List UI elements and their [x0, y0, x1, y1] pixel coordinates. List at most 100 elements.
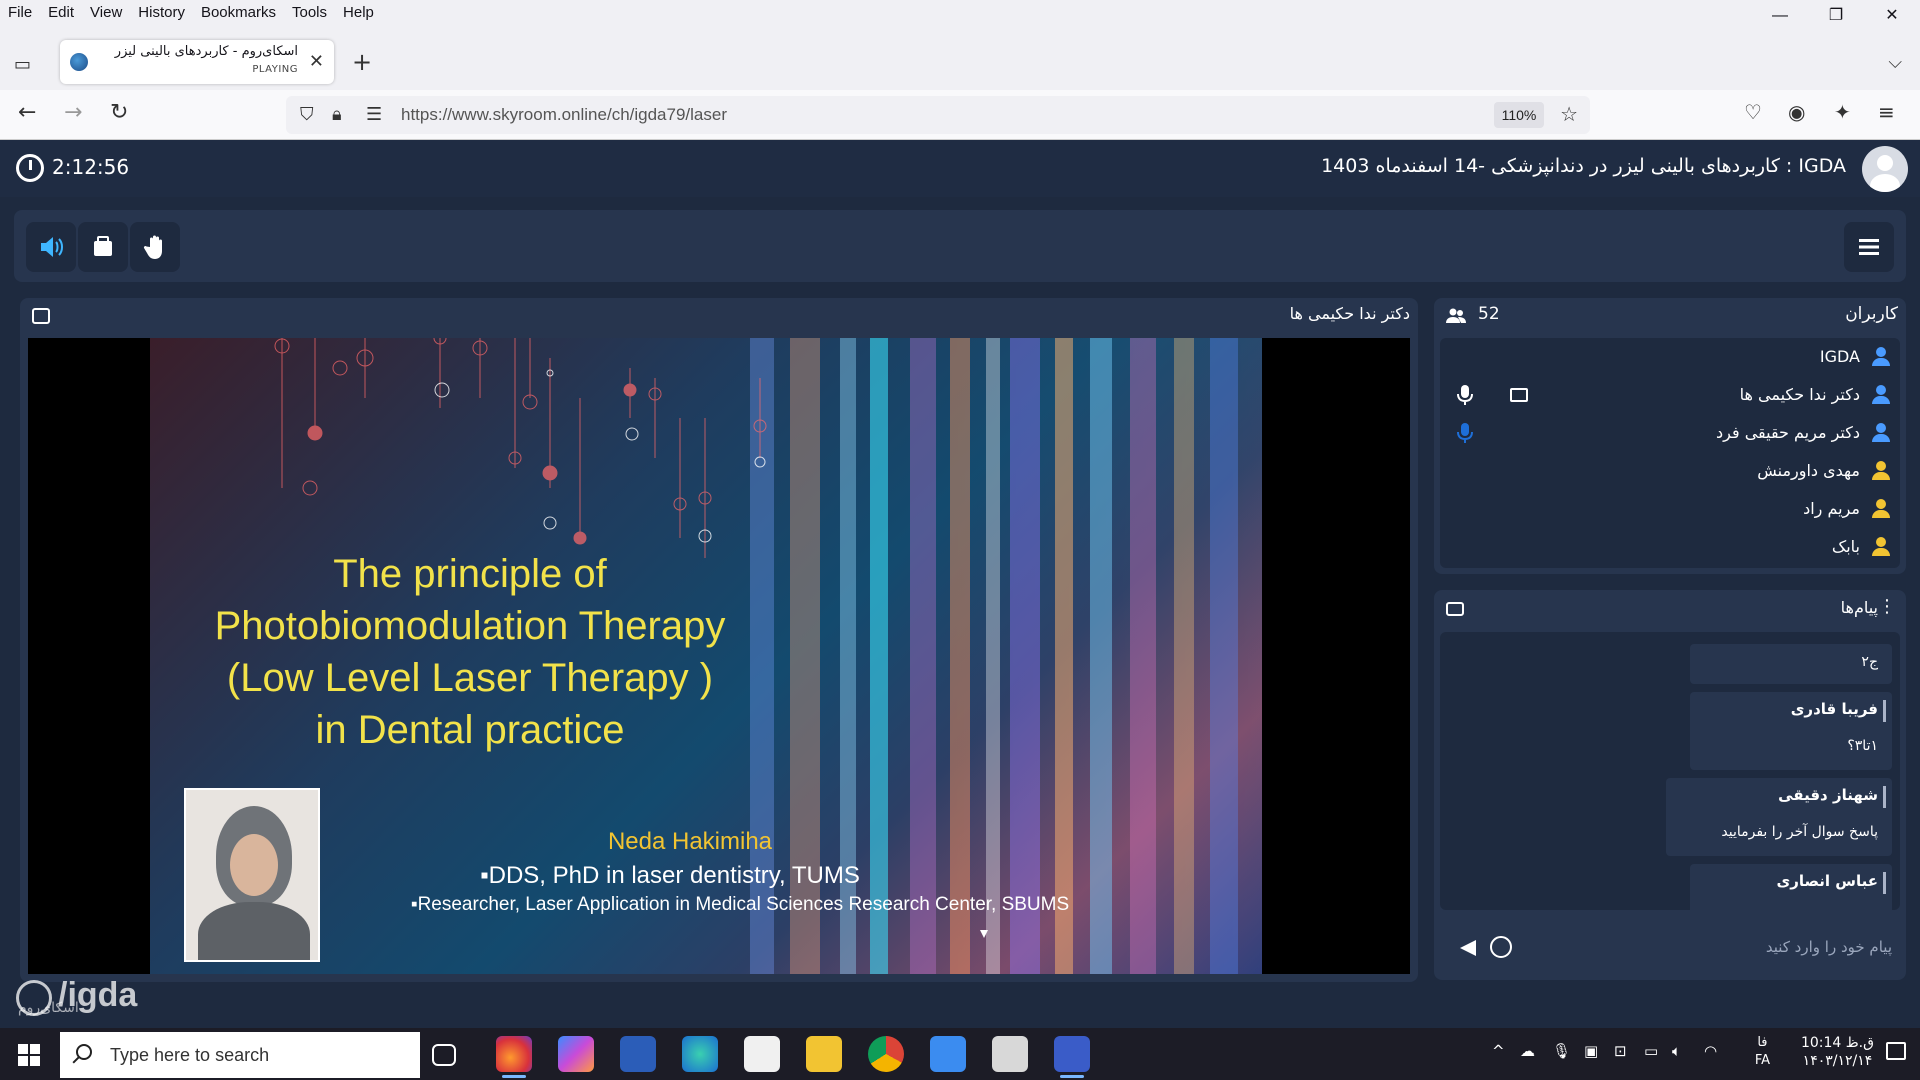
- messages-list[interactable]: ج۲ فریبا قادری ۱تا۳؟ شهناز دقیقی پاسخ سو…: [1440, 632, 1900, 910]
- menu-file[interactable]: File: [0, 4, 40, 21]
- message-compose: پیام خود را وارد کنید: [1440, 924, 1900, 972]
- message-author: شهناز دقیقی: [1778, 786, 1878, 804]
- users-header: کاربران: [1845, 304, 1898, 324]
- user-row[interactable]: مهدی داورمنش: [1440, 452, 1900, 490]
- edge-icon[interactable]: [682, 1036, 718, 1072]
- user-icon: [1872, 537, 1890, 557]
- more-options-icon[interactable]: ⋮: [1878, 596, 1896, 617]
- tray-security-icon[interactable]: ⊡: [1614, 1042, 1627, 1060]
- forward-icon[interactable]: →: [64, 100, 82, 125]
- raise-hand-button[interactable]: [130, 222, 180, 272]
- taskbar-time: 10:14 ق.ظ: [1800, 1035, 1874, 1051]
- reload-icon[interactable]: ↻: [110, 100, 128, 125]
- watermark-brand: اسکای‌روم: [18, 1000, 79, 1016]
- new-tab-button[interactable]: +: [352, 48, 372, 76]
- user-name: IGDA: [1819, 347, 1860, 366]
- browser-menubar: File Edit View History Bookmarks Tools H…: [0, 0, 1920, 24]
- user-avatar[interactable]: [1862, 146, 1908, 192]
- users-list: IGDA دکتر ندا حکیمی ها دکتر مریم حقیقی ف…: [1440, 338, 1900, 568]
- tray-device-icon[interactable]: ▣: [1584, 1042, 1598, 1060]
- firefox-icon[interactable]: [496, 1036, 532, 1078]
- shield-icon[interactable]: ⛉: [300, 104, 314, 125]
- message-bubble: ج۲: [1690, 644, 1892, 684]
- url-text[interactable]: https://www.skyroom.online/ch/igda79/las…: [401, 105, 727, 125]
- app-menu-icon[interactable]: ≡: [1878, 100, 1895, 124]
- file-explorer-icon[interactable]: [806, 1036, 842, 1072]
- screen-share-icon: [1510, 388, 1528, 402]
- search-icon: [76, 1044, 92, 1060]
- slide-title-line: (Low Level Laser Therapy ): [226, 656, 714, 700]
- menu-button[interactable]: [1844, 222, 1894, 272]
- copilot-icon[interactable]: [558, 1036, 594, 1072]
- hamburger-icon: [1859, 239, 1879, 255]
- menu-edit[interactable]: Edit: [40, 4, 82, 21]
- back-icon[interactable]: ←: [18, 100, 36, 125]
- onedrive-icon[interactable]: ☁: [1520, 1042, 1535, 1060]
- user-icon: [1872, 499, 1890, 519]
- menu-history[interactable]: History: [130, 4, 193, 21]
- close-tab-icon[interactable]: ✕: [309, 51, 324, 72]
- user-name: دکتر مریم حقیقی فرد: [1716, 423, 1860, 442]
- lock-icon[interactable]: 🔒︎: [332, 104, 342, 125]
- tab-skyroom[interactable]: اسکای‌روم - کاربردهای بالینی لیزر PLAYIN…: [60, 40, 334, 84]
- mail-icon[interactable]: [930, 1036, 966, 1072]
- user-name: مهدی داورمنش: [1757, 461, 1860, 480]
- tray-overflow-icon[interactable]: ^: [1492, 1042, 1505, 1060]
- user-row[interactable]: دکتر مریم حقیقی فرد: [1440, 414, 1900, 452]
- wifi-icon[interactable]: ◠: [1704, 1042, 1717, 1060]
- account-icon[interactable]: ◉: [1788, 100, 1805, 124]
- presentation-panel: دکتر ندا حکیمی ها The principle of Photo…: [20, 298, 1418, 982]
- clock-icon: [16, 154, 44, 182]
- permissions-icon[interactable]: ☰: [366, 104, 382, 125]
- tab-list-icon[interactable]: ▭: [14, 54, 31, 75]
- menu-help[interactable]: Help: [335, 4, 382, 21]
- app-icon[interactable]: [992, 1036, 1028, 1072]
- menu-tools[interactable]: Tools: [284, 4, 335, 21]
- menu-view[interactable]: View: [82, 4, 130, 21]
- obs-icon[interactable]: [1054, 1036, 1090, 1078]
- message-text: ۱تا۳؟: [1847, 738, 1878, 754]
- user-row[interactable]: IGDA: [1440, 338, 1900, 376]
- slide-speaker-degree: ▪DDS, PhD in laser dentistry, TUMS: [480, 862, 860, 889]
- list-all-tabs-icon[interactable]: ⌵: [1888, 52, 1902, 73]
- presenter-name: دکتر ندا حکیمی ها: [1289, 304, 1410, 323]
- battery-icon[interactable]: ▭: [1644, 1042, 1658, 1060]
- speaker-button[interactable]: [26, 222, 76, 272]
- message-input[interactable]: پیام خود را وارد کنید: [1766, 938, 1892, 956]
- user-row[interactable]: مریم راد: [1440, 490, 1900, 528]
- menu-bookmarks[interactable]: Bookmarks: [193, 4, 284, 21]
- user-row[interactable]: بابک: [1440, 528, 1900, 566]
- room-toolbar: [14, 210, 1906, 282]
- language-indicator[interactable]: فا FA: [1755, 1034, 1770, 1070]
- word-icon[interactable]: [620, 1036, 656, 1072]
- taskbar-search[interactable]: Type here to search: [60, 1032, 420, 1078]
- taskbar-clock[interactable]: 10:14 ق.ظ ۱۴۰۳/۱۲/۱۴: [1801, 1034, 1874, 1070]
- files-button[interactable]: [78, 222, 128, 272]
- volume-icon[interactable]: 🔈︎: [1672, 1042, 1681, 1060]
- message-bubble: فریبا قادری ۱تا۳؟: [1690, 692, 1892, 770]
- user-row[interactable]: دکتر ندا حکیمی ها: [1440, 376, 1900, 414]
- extensions-icon[interactable]: ✦: [1834, 100, 1851, 124]
- chrome-icon[interactable]: [868, 1036, 904, 1072]
- slide-speaker-affiliation: ▪Researcher, Laser Application in Medica…: [410, 894, 1070, 915]
- folder-icon: [94, 236, 112, 256]
- send-icon[interactable]: [1460, 940, 1476, 956]
- notification-icon[interactable]: [1886, 1042, 1906, 1060]
- message-author: فریبا قادری: [1790, 700, 1878, 718]
- windows-start-icon[interactable]: [18, 1044, 40, 1066]
- users-count: 52: [1478, 304, 1500, 324]
- user-name: دکتر ندا حکیمی ها: [1739, 385, 1860, 404]
- microphone-icon: [1457, 423, 1473, 443]
- store-icon[interactable]: [744, 1036, 780, 1072]
- user-icon: [1872, 385, 1890, 405]
- tray-microphone-icon[interactable]: 🎙︎: [1552, 1042, 1571, 1060]
- task-view-icon[interactable]: [432, 1044, 456, 1066]
- pocket-icon[interactable]: ♡: [1744, 100, 1762, 124]
- emoji-icon[interactable]: [1490, 936, 1512, 958]
- url-bar[interactable]: ⛉ 🔒︎ ☰ https://www.skyroom.online/ch/igd…: [286, 96, 1590, 134]
- tab-strip: ▭ اسکای‌روم - کاربردهای بالینی لیزر PLAY…: [0, 24, 1920, 90]
- users-icon: [1446, 308, 1466, 323]
- bookmark-star-icon[interactable]: ☆: [1560, 102, 1578, 126]
- zoom-level-button[interactable]: 110%: [1494, 102, 1544, 128]
- share-screen-icon[interactable]: [32, 308, 50, 324]
